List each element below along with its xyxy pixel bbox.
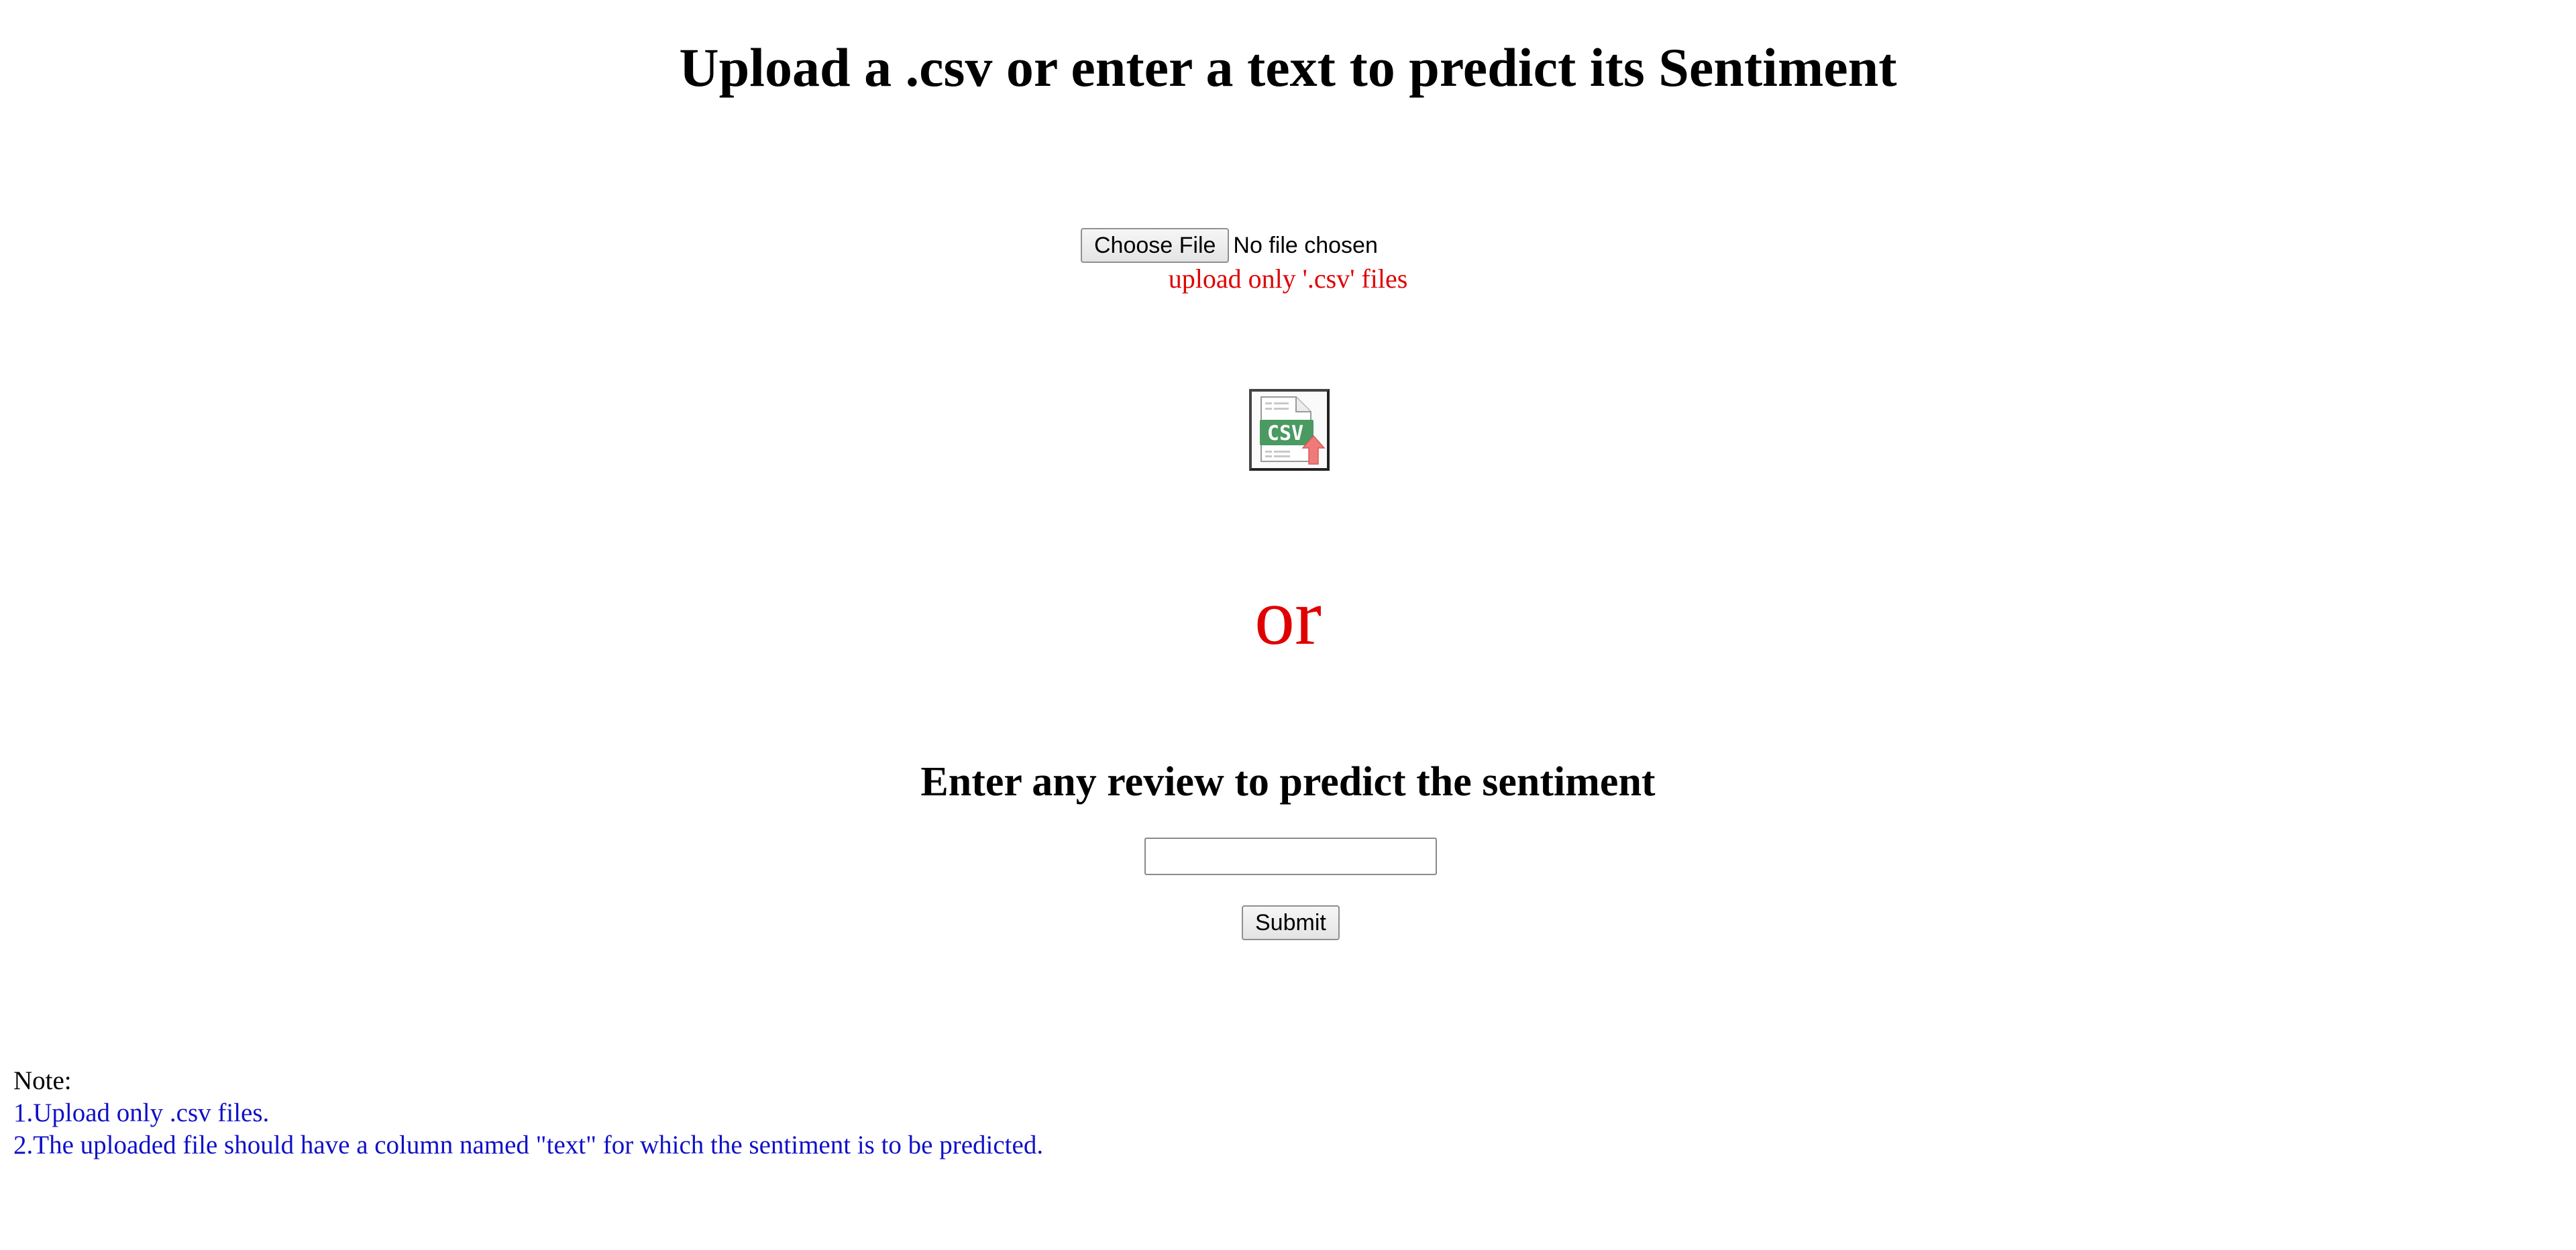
csv-label: CSV [1267, 422, 1303, 445]
csv-upload-button[interactable]: CSV [1249, 389, 1330, 471]
notes-section: Note: 1.Upload only .csv files. 2.The up… [13, 1065, 1043, 1161]
file-picker[interactable]: Choose File No file chosen [1081, 228, 1378, 263]
file-status-text: No file chosen [1233, 232, 1378, 258]
or-separator: or [1254, 572, 1322, 661]
note-heading: Note: [13, 1066, 72, 1095]
submit-button[interactable]: Submit [1242, 905, 1340, 940]
page-title: Upload a .csv or enter a text to predict… [679, 37, 1897, 98]
note-item: 2.The uploaded file should have a column… [13, 1131, 1044, 1159]
csv-upload-icon: CSV [1260, 396, 1326, 465]
review-heading: Enter any review to predict the sentimen… [920, 759, 1656, 805]
note-item: 1.Upload only .csv files. [13, 1098, 270, 1127]
review-text-input[interactable] [1144, 838, 1437, 875]
choose-file-button[interactable]: Choose File [1081, 228, 1230, 263]
upload-hint: upload only '.csv' files [1168, 264, 1408, 294]
